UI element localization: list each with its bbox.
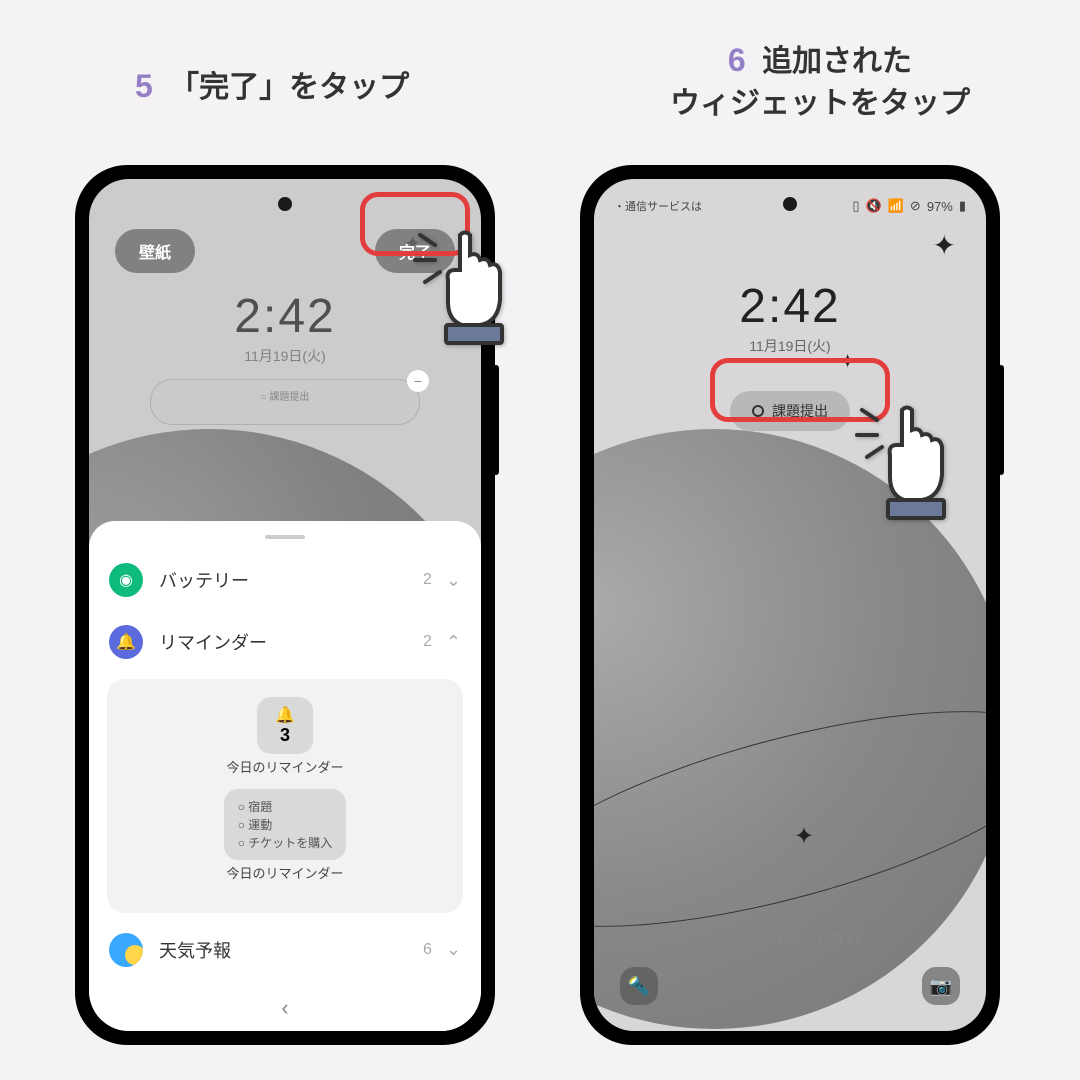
battery-icon: ▮ <box>959 198 966 214</box>
bell-icon: 🔔 <box>275 705 295 725</box>
widget-picker-sheet[interactable]: ◉ バッテリー 2 ⌄ 🔔 リマインダー 2 ⌃ 🔔 3 今日のリマインダー ○… <box>89 521 481 1031</box>
battery-count: 2 <box>423 571 432 589</box>
clock-area: 2:42 11月19日(火) <box>594 279 986 356</box>
chevron-up-icon: ⌃ <box>446 632 461 653</box>
weather-icon <box>109 933 143 967</box>
tap-pointer <box>852 385 972 540</box>
chevron-down-icon: ⌄ <box>446 570 461 591</box>
widget-edit-frame[interactable]: ○ 課題提出 − <box>150 379 420 425</box>
screen-right: ✦ ✦ ✦ ・通信サービスは ▯ 🔇 📶 ⊘ 97% ▮ 2:42 11月19日… <box>594 179 986 1031</box>
task-2: ○ 運動 <box>238 816 333 833</box>
dnd-icon: ⊘ <box>910 198 921 214</box>
tap-pointer <box>410 210 530 365</box>
wifi-icon: 📶 <box>888 198 904 214</box>
back-icon[interactable]: ‹ <box>281 995 288 1021</box>
sparkle-icon: ✦ <box>794 822 814 851</box>
battery-icon: ◉ <box>109 563 143 597</box>
widget-preview-small[interactable]: 🔔 3 <box>257 697 313 754</box>
step6-text: 追加されたウィジェットをタップ <box>670 45 970 120</box>
preview-count: 3 <box>275 725 295 746</box>
battery-label: バッテリー <box>159 567 423 593</box>
step6-number: 6 <box>728 42 746 78</box>
weather-count: 6 <box>423 941 432 959</box>
front-camera <box>783 197 797 211</box>
reminder-icon: 🔔 <box>109 625 143 659</box>
step5-text: 「完了」をタップ <box>169 71 409 104</box>
clock-date: 11月19日(火) <box>594 336 986 356</box>
app-row-weather[interactable]: 天気予報 6 ⌄ <box>105 919 465 981</box>
widget-preview-list[interactable]: ○ 宿題 ○ 運動 ○ チケットを購入 <box>224 789 347 860</box>
reminder-count: 2 <box>423 633 432 651</box>
battery-percent: 97% <box>927 199 953 214</box>
status-carrier: ・通信サービスは <box>614 198 702 214</box>
mini-widget-text: ○ 課題提出 <box>261 388 310 403</box>
clock-time: 2:42 <box>594 279 986 334</box>
side-button <box>493 365 499 475</box>
wallpaper-button[interactable]: 壁紙 <box>115 229 195 273</box>
app-row-reminder[interactable]: 🔔 リマインダー 2 ⌃ <box>105 611 465 673</box>
chevron-down-icon: ⌄ <box>446 939 461 960</box>
flashlight-button[interactable]: 🔦 <box>620 967 658 1005</box>
task-1: ○ 宿題 <box>238 798 333 815</box>
vibrate-icon: ▯ <box>852 198 859 214</box>
weather-label: 天気予報 <box>159 937 423 963</box>
mute-icon: 🔇 <box>866 198 882 214</box>
phone-right: ✦ ✦ ✦ ・通信サービスは ▯ 🔇 📶 ⊘ 97% ▮ 2:42 11月19日… <box>580 165 1000 1045</box>
side-button <box>998 365 1004 475</box>
front-camera <box>278 197 292 211</box>
sparkle-icon: ✦ <box>933 229 956 262</box>
remove-widget-icon[interactable]: − <box>407 370 429 392</box>
step5-caption: 5 「完了」をタップ <box>135 62 409 106</box>
task-3: ○ チケットを購入 <box>238 834 333 851</box>
swipe-hint: スワイプしてください <box>594 929 986 949</box>
step6-caption: 6 追加されたウィジェットをタップ <box>590 38 1050 125</box>
preview-label-2: 今日のリマインダー <box>125 866 445 883</box>
camera-button[interactable]: 📷 <box>922 967 960 1005</box>
sheet-grabber[interactable] <box>265 535 305 539</box>
status-icons: ▯ 🔇 📶 ⊘ 97% ▮ <box>852 198 966 214</box>
reminder-label: リマインダー <box>159 629 423 655</box>
reminder-widget-previews: 🔔 3 今日のリマインダー ○ 宿題 ○ 運動 ○ チケットを購入 今日のリマイ… <box>107 679 463 913</box>
app-row-battery[interactable]: ◉ バッテリー 2 ⌄ <box>105 549 465 611</box>
step5-number: 5 <box>135 68 153 104</box>
preview-label-1: 今日のリマインダー <box>125 760 445 777</box>
